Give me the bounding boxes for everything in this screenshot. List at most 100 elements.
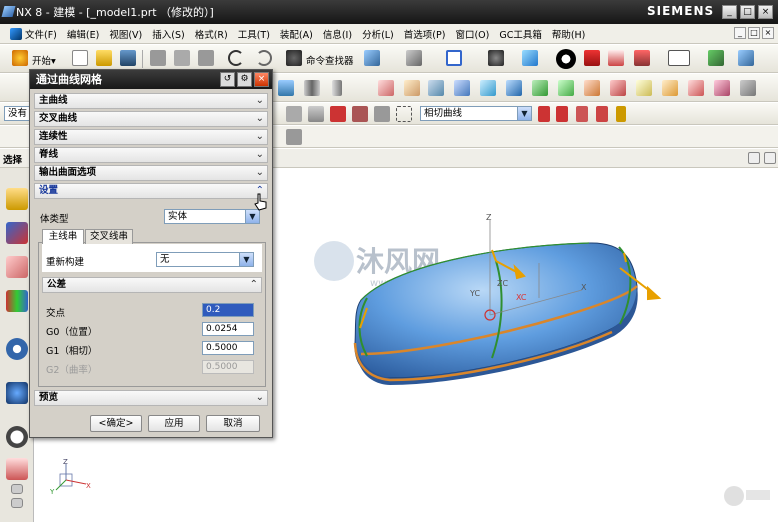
n-sided-icon[interactable] [532, 80, 548, 96]
select-body-icon[interactable] [308, 106, 324, 122]
wcs-icon[interactable] [738, 50, 754, 66]
g1-tolerance-field[interactable]: 0.5000 [202, 341, 254, 355]
menu-tools[interactable]: 工具(T) [238, 27, 270, 41]
intersection-rule-icon[interactable] [538, 106, 550, 122]
undo-icon[interactable] [228, 50, 244, 66]
command-finder-icon[interactable] [286, 50, 302, 66]
new-file-icon[interactable] [72, 50, 88, 66]
studio-icon[interactable] [634, 50, 650, 66]
section-preview[interactable]: 预览 ⌄ [34, 390, 268, 406]
apply-button[interactable]: 应用 [148, 415, 200, 432]
swept-icon[interactable] [480, 80, 496, 96]
constraint-navigator-icon[interactable] [6, 222, 28, 244]
g0-tolerance-field[interactable]: 0.0254 [202, 322, 254, 336]
snap-mid-icon[interactable] [374, 106, 390, 122]
layer-icon[interactable] [708, 50, 724, 66]
menu-assembly[interactable]: 装配(A) [280, 27, 313, 41]
mdi-close-button[interactable]: × [762, 27, 774, 39]
dialog-close-icon[interactable]: × [254, 72, 269, 87]
snap-end-icon[interactable] [352, 106, 368, 122]
chevron-down-icon[interactable]: ▼ [245, 210, 259, 223]
mirror-surface-icon[interactable] [740, 80, 756, 96]
part-navigator-icon[interactable] [6, 256, 28, 278]
menu-format[interactable]: 格式(R) [195, 27, 228, 41]
render-style-icon[interactable] [556, 49, 576, 69]
dropdown-arrow-icon[interactable]: ▼ [517, 107, 531, 120]
menu-gc-toolbox[interactable]: GC工具箱 [499, 27, 542, 41]
mdi-minimize-button[interactable]: _ [734, 27, 746, 39]
open-folder-icon[interactable] [96, 50, 112, 66]
menu-file[interactable]: 文件(F) [25, 27, 57, 41]
section-primary-curves[interactable]: 主曲线 ⌄ [34, 93, 268, 109]
thicken-icon[interactable] [688, 80, 704, 96]
bridge-icon[interactable] [558, 80, 574, 96]
select-arrow-icon[interactable] [286, 106, 302, 122]
studio-surface-icon[interactable] [506, 80, 522, 96]
cancel-button[interactable]: 取消 [206, 415, 260, 432]
copy-icon[interactable] [174, 50, 190, 66]
ok-button[interactable]: <确定> [90, 415, 142, 432]
camera-icon[interactable] [488, 50, 504, 66]
web-browser-icon[interactable] [6, 382, 28, 404]
box-select-icon[interactable] [396, 106, 412, 122]
menu-information[interactable]: 信息(I) [323, 27, 352, 41]
tab-primary-strings[interactable]: 主线串 [42, 229, 84, 245]
follow-fillet-icon[interactable] [576, 106, 588, 122]
section-output-options[interactable]: 输出曲面选项 ⌄ [34, 165, 268, 181]
section-settings[interactable]: 设置 ⌃ [34, 183, 268, 199]
menu-insert[interactable]: 插入(S) [152, 27, 184, 41]
system-materials-icon[interactable] [6, 458, 28, 480]
transform-icon[interactable] [406, 50, 422, 66]
offset-surface-icon[interactable] [584, 80, 600, 96]
scroll-down-icon[interactable] [11, 498, 23, 508]
type-filter-combo[interactable]: 没有 [4, 106, 30, 121]
sew-icon[interactable] [636, 80, 652, 96]
patch-icon[interactable] [714, 80, 730, 96]
tab-cross-strings[interactable]: 交叉线串 [85, 229, 133, 245]
minimize-button[interactable]: _ [722, 5, 737, 19]
hd3d-tools-icon[interactable] [6, 338, 28, 360]
menu-view[interactable]: 视图(V) [109, 27, 142, 41]
scroll-up-icon[interactable] [11, 484, 23, 494]
section-cross-curves[interactable]: 交叉曲线 ⌄ [34, 111, 268, 127]
fit-view-icon[interactable] [446, 50, 462, 66]
feature-curve-icon[interactable] [596, 106, 608, 122]
cube-view-icon[interactable] [522, 50, 538, 66]
shaded-icon[interactable] [584, 50, 600, 66]
redo-icon[interactable] [256, 50, 272, 66]
body-type-select[interactable]: 实体 ▼ [164, 209, 260, 224]
viewport-close-icon[interactable] [764, 152, 776, 164]
save-icon[interactable] [120, 50, 136, 66]
background-color-icon[interactable] [668, 50, 690, 66]
mdi-restore-button[interactable]: □ [748, 27, 760, 39]
extrude-icon[interactable] [278, 80, 294, 96]
curve-mesh-icon[interactable] [454, 80, 470, 96]
snap-point-icon[interactable] [330, 106, 346, 122]
start-menu-button[interactable]: 开始▾ [32, 53, 56, 67]
reset-icon[interactable]: ↺ [220, 72, 235, 87]
restore-button[interactable]: □ [740, 5, 755, 19]
reuse-library-icon[interactable] [6, 290, 28, 312]
curve-rule-combo[interactable]: 相切曲线 ▼ [420, 106, 532, 121]
command-finder-label[interactable]: 命令查找器 [306, 53, 354, 67]
bounded-plane-icon[interactable] [378, 80, 394, 96]
cut-icon[interactable] [150, 50, 166, 66]
assembly-navigator-icon[interactable] [6, 188, 28, 210]
rebuild-select[interactable]: 无 ▼ [156, 252, 254, 267]
menu-edit[interactable]: 编辑(E) [67, 27, 99, 41]
start-icon[interactable] [12, 50, 28, 66]
menu-help[interactable]: 帮助(H) [552, 27, 586, 41]
menu-analysis[interactable]: 分析(L) [362, 27, 394, 41]
extension-icon[interactable] [662, 80, 678, 96]
chevron-toolbar-icon[interactable] [286, 129, 302, 145]
section-continuity[interactable]: 连续性 ⌄ [34, 129, 268, 145]
through-curves-icon[interactable] [428, 80, 444, 96]
history-icon[interactable] [6, 426, 28, 448]
menu-window[interactable]: 窗口(O) [455, 27, 489, 41]
stop-at-intersection-icon[interactable] [556, 106, 568, 122]
intersect-tolerance-field[interactable]: 0.2 [202, 303, 254, 317]
surface-tool-icon[interactable] [364, 50, 380, 66]
ruled-surface-icon[interactable] [404, 80, 420, 96]
settings-gear-icon[interactable]: ⚙ [237, 72, 252, 87]
cylinder-icon[interactable] [304, 80, 320, 96]
